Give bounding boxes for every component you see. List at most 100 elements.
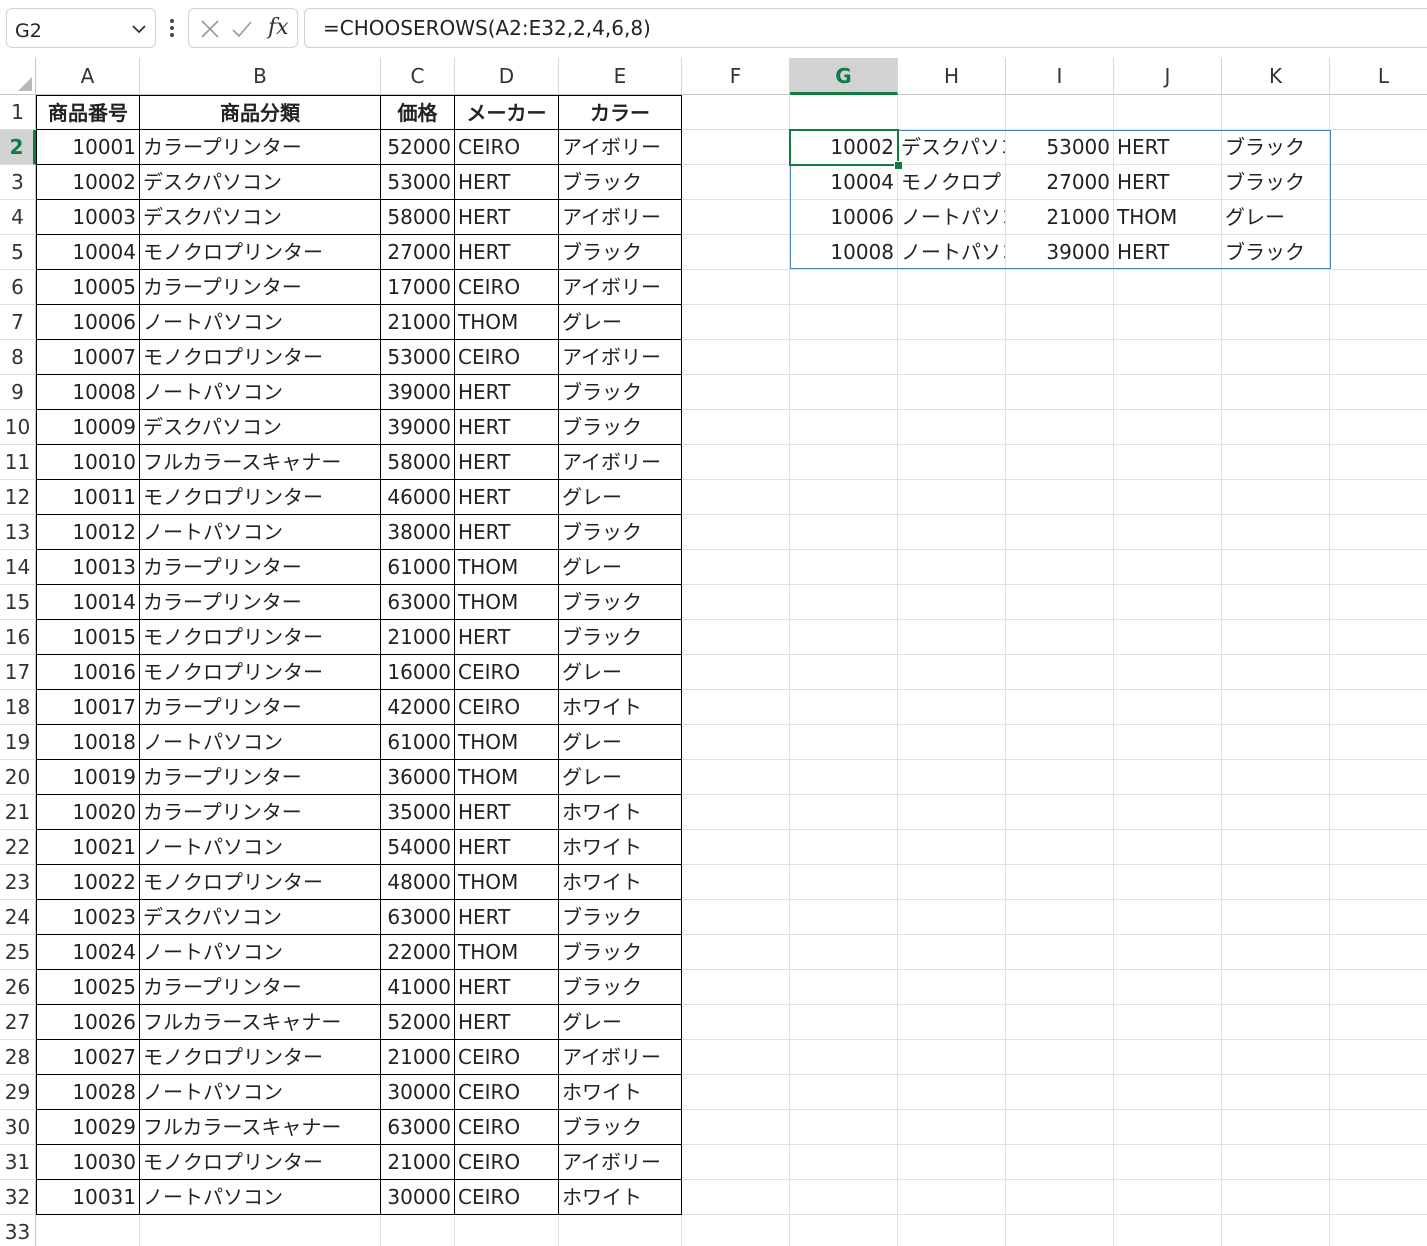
cell-b7[interactable]: ノートパソコン: [140, 305, 381, 340]
cell-i30[interactable]: [1006, 1110, 1114, 1145]
cell-l12[interactable]: [1330, 480, 1427, 515]
cell-d29[interactable]: CEIRO: [455, 1075, 559, 1110]
cell-f22[interactable]: [682, 830, 790, 865]
cell-k1[interactable]: [1222, 95, 1330, 130]
cell-a31[interactable]: 10030: [36, 1145, 140, 1180]
cell-f4[interactable]: [682, 200, 790, 235]
cell-l15[interactable]: [1330, 585, 1427, 620]
column-header-l[interactable]: L: [1330, 58, 1427, 95]
cell-a3[interactable]: 10002: [36, 165, 140, 200]
cell-f15[interactable]: [682, 585, 790, 620]
cell-f12[interactable]: [682, 480, 790, 515]
cell-j20[interactable]: [1114, 760, 1222, 795]
cell-e16[interactable]: ブラック: [559, 620, 682, 655]
cell-e4[interactable]: アイボリー: [559, 200, 682, 235]
close-icon[interactable]: [199, 18, 221, 40]
cell-g22[interactable]: [790, 830, 898, 865]
cell-l27[interactable]: [1330, 1005, 1427, 1040]
cell-g12[interactable]: [790, 480, 898, 515]
cell-a9[interactable]: 10008: [36, 375, 140, 410]
row-header-5[interactable]: 5: [0, 235, 36, 270]
cell-b6[interactable]: カラープリンター: [140, 270, 381, 305]
header-cell-b[interactable]: 商品分類: [140, 95, 381, 130]
row-header-10[interactable]: 10: [0, 410, 36, 445]
cell-b21[interactable]: カラープリンター: [140, 795, 381, 830]
cell-a4[interactable]: 10003: [36, 200, 140, 235]
cell-l32[interactable]: [1330, 1180, 1427, 1215]
cell-j7[interactable]: [1114, 305, 1222, 340]
cell-b30[interactable]: フルカラースキャナー: [140, 1110, 381, 1145]
cell-i15[interactable]: [1006, 585, 1114, 620]
cell-a32[interactable]: 10031: [36, 1180, 140, 1215]
cell-k6[interactable]: [1222, 270, 1330, 305]
cell-d10[interactable]: HERT: [455, 410, 559, 445]
cell-i33[interactable]: [1006, 1215, 1114, 1246]
cell-a6[interactable]: 10005: [36, 270, 140, 305]
cell-c16[interactable]: 21000: [381, 620, 455, 655]
cell-d18[interactable]: CEIRO: [455, 690, 559, 725]
cell-g29[interactable]: [790, 1075, 898, 1110]
row-header-1[interactable]: 1: [0, 95, 36, 130]
cell-f3[interactable]: [682, 165, 790, 200]
cell-h12[interactable]: [898, 480, 1006, 515]
cell-l18[interactable]: [1330, 690, 1427, 725]
cell-f30[interactable]: [682, 1110, 790, 1145]
cell-d16[interactable]: HERT: [455, 620, 559, 655]
cell-k15[interactable]: [1222, 585, 1330, 620]
cell-f19[interactable]: [682, 725, 790, 760]
name-box[interactable]: G2: [6, 8, 156, 48]
cell-a18[interactable]: 10017: [36, 690, 140, 725]
cell-i17[interactable]: [1006, 655, 1114, 690]
row-header-8[interactable]: 8: [0, 340, 36, 375]
cell-a14[interactable]: 10013: [36, 550, 140, 585]
cell-j30[interactable]: [1114, 1110, 1222, 1145]
cell-a10[interactable]: 10009: [36, 410, 140, 445]
row-header-14[interactable]: 14: [0, 550, 36, 585]
cell-l4[interactable]: [1330, 200, 1427, 235]
cell-j17[interactable]: [1114, 655, 1222, 690]
cell-k14[interactable]: [1222, 550, 1330, 585]
cell-d33[interactable]: [455, 1215, 559, 1246]
cell-j19[interactable]: [1114, 725, 1222, 760]
cell-h29[interactable]: [898, 1075, 1006, 1110]
cell-k13[interactable]: [1222, 515, 1330, 550]
cell-k22[interactable]: [1222, 830, 1330, 865]
cell-c14[interactable]: 61000: [381, 550, 455, 585]
column-header-e[interactable]: E: [559, 58, 682, 95]
cell-i3[interactable]: 27000: [1006, 165, 1114, 200]
cell-a17[interactable]: 10016: [36, 655, 140, 690]
cell-f21[interactable]: [682, 795, 790, 830]
cell-b19[interactable]: ノートパソコン: [140, 725, 381, 760]
cell-k18[interactable]: [1222, 690, 1330, 725]
row-header-26[interactable]: 26: [0, 970, 36, 1005]
cell-a30[interactable]: 10029: [36, 1110, 140, 1145]
column-header-k[interactable]: K: [1222, 58, 1330, 95]
cell-l3[interactable]: [1330, 165, 1427, 200]
cell-l22[interactable]: [1330, 830, 1427, 865]
cell-d19[interactable]: THOM: [455, 725, 559, 760]
cell-f13[interactable]: [682, 515, 790, 550]
cell-d7[interactable]: THOM: [455, 305, 559, 340]
row-header-15[interactable]: 15: [0, 585, 36, 620]
cell-f18[interactable]: [682, 690, 790, 725]
cell-c12[interactable]: 46000: [381, 480, 455, 515]
cell-e20[interactable]: グレー: [559, 760, 682, 795]
cell-a13[interactable]: 10012: [36, 515, 140, 550]
row-header-25[interactable]: 25: [0, 935, 36, 970]
cell-h22[interactable]: [898, 830, 1006, 865]
cell-b25[interactable]: ノートパソコン: [140, 935, 381, 970]
cell-c7[interactable]: 21000: [381, 305, 455, 340]
cell-f5[interactable]: [682, 235, 790, 270]
cell-j22[interactable]: [1114, 830, 1222, 865]
cell-d9[interactable]: HERT: [455, 375, 559, 410]
cell-b31[interactable]: モノクロプリンター: [140, 1145, 381, 1180]
cell-g16[interactable]: [790, 620, 898, 655]
cell-b23[interactable]: モノクロプリンター: [140, 865, 381, 900]
cell-i12[interactable]: [1006, 480, 1114, 515]
cell-l28[interactable]: [1330, 1040, 1427, 1075]
cell-a27[interactable]: 10026: [36, 1005, 140, 1040]
row-header-29[interactable]: 29: [0, 1075, 36, 1110]
check-icon[interactable]: [231, 18, 253, 40]
cell-l23[interactable]: [1330, 865, 1427, 900]
cell-b32[interactable]: ノートパソコン: [140, 1180, 381, 1215]
